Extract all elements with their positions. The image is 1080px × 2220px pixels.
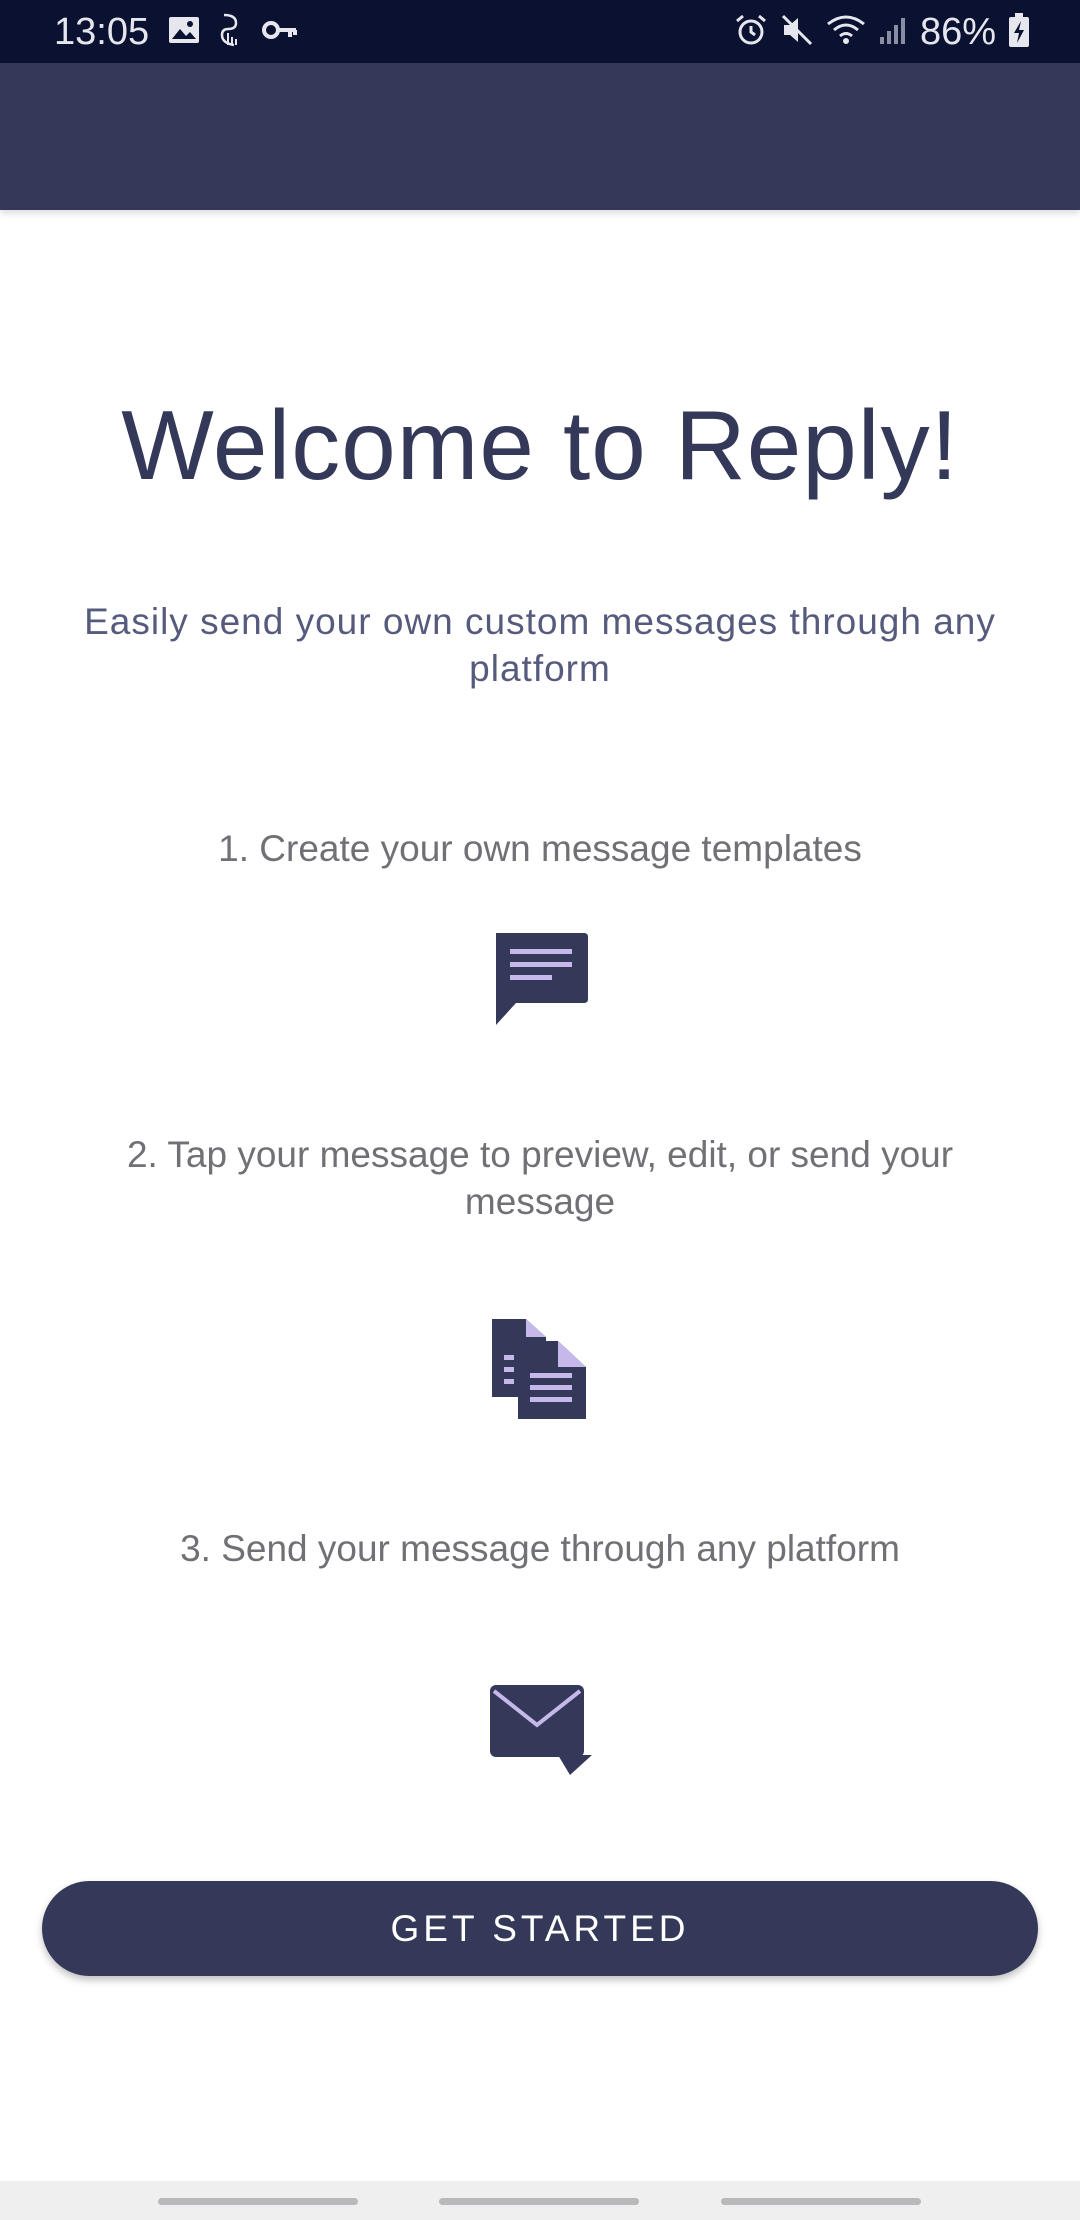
key-icon (262, 19, 298, 46)
status-left-icons (168, 13, 298, 52)
battery-charging-icon (1008, 12, 1030, 53)
status-time: 13:05 (54, 11, 150, 53)
status-bar: 13:05 86% (0, 0, 1080, 63)
documents-icon (488, 1315, 592, 1425)
back-button[interactable] (721, 2198, 921, 2205)
step-3-text: 3. Send your message through any platfor… (180, 1528, 900, 1569)
recent-apps-button[interactable] (158, 2198, 358, 2205)
cast-icon (218, 13, 244, 52)
signal-icon (878, 15, 908, 50)
welcome-subtitle: Easily send your own custom messages thr… (84, 601, 996, 689)
battery-percent: 86% (919, 11, 996, 53)
status-right: 86% (734, 10, 1030, 54)
mail-send-icon (488, 1675, 592, 1779)
home-button[interactable] (439, 2198, 639, 2205)
chat-bubble-icon (488, 925, 592, 1029)
system-nav-bar (0, 2181, 1080, 2220)
step-2-text: 2. Tap your message to preview, edit, or… (126, 1134, 954, 1222)
wifi-icon (826, 14, 866, 51)
image-icon (168, 16, 200, 49)
mute-icon (780, 13, 814, 52)
app-bar (0, 63, 1080, 210)
welcome-screen: 13:05 86% Welcome to Reply! Easily send … (0, 0, 1080, 2220)
welcome-title: Welcome to Reply! (121, 390, 959, 500)
alarm-icon (734, 13, 768, 52)
get-started-button[interactable]: GET STARTED (42, 1881, 1038, 1976)
step-1-text: 1. Create your own message templates (218, 828, 862, 869)
